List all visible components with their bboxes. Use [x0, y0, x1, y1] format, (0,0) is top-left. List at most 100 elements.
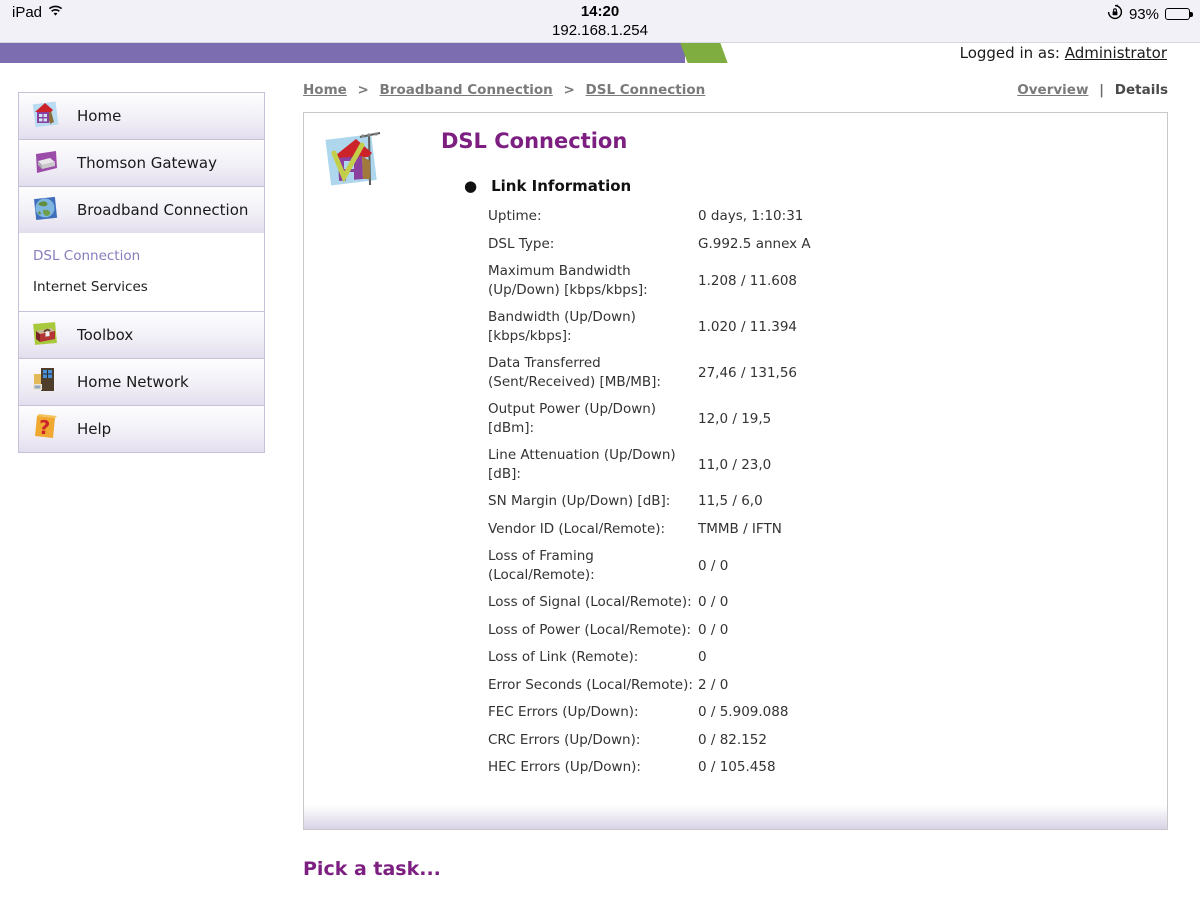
toolbox-icon [29, 317, 61, 353]
row-value: 11,0 / 23,0 [698, 456, 772, 473]
row-value: 0 days, 1:10:31 [698, 208, 804, 225]
table-row-sn-margin: SN Margin (Up/Down) [dB]: 11,5 / 6,0 [488, 492, 1128, 511]
row-value: 12,0 / 19,5 [698, 410, 772, 427]
view-switch: Overview | Details [1017, 82, 1168, 98]
row-label: FEC Errors (Up/Down): [488, 704, 639, 720]
row-value: 1.208 / 11.608 [698, 272, 798, 289]
table-row-loss-of-power: Loss of Power (Local/Remote): 0 / 0 [488, 621, 1128, 640]
pick-a-task-heading: Pick a task... [303, 858, 441, 880]
sidebar-item-label: Toolbox [77, 326, 134, 344]
table-row-line-attenuation: Line Attenuation (Up/Down) [dB]: 11,0 / … [488, 446, 1128, 483]
breadcrumb-separator: > [357, 82, 369, 98]
sidebar-item-label: Help [77, 420, 112, 438]
row-label: Loss of Power (Local/Remote): [488, 621, 692, 638]
row-value: 0 / 0 [698, 557, 729, 574]
row-label: Loss of Framing (Local/Remote): [488, 548, 595, 583]
main-content: Home > Broadband Connection > DSL Connec… [303, 82, 1168, 830]
sidebar-item-thomson-gateway[interactable]: Thomson Gateway [18, 139, 265, 187]
details-current-view[interactable]: Details [1115, 82, 1168, 98]
brand-bar-green [680, 43, 728, 63]
sidebar-item-home[interactable]: Home [18, 92, 265, 140]
row-label: Bandwidth (Up/Down) [kbps/kbps]: [488, 309, 636, 344]
view-switch-divider: | [1099, 82, 1105, 98]
table-row-dsl-type: DSL Type: G.992.5 annex A [488, 235, 1128, 254]
row-label: Output Power (Up/Down) [dBm]: [488, 401, 657, 436]
row-label: Vendor ID (Local/Remote): [488, 520, 666, 537]
sidebar-item-toolbox[interactable]: Toolbox [18, 311, 265, 359]
row-label: Loss of Signal (Local/Remote): [488, 594, 692, 610]
table-row-data-transferred: Data Transferred (Sent/Received) [MB/MB]… [488, 354, 1128, 391]
panel-bottom-gradient [304, 805, 1167, 829]
row-value: 0 / 5.909.088 [698, 704, 789, 721]
table-row-maximum-bandwidth: Maximum Bandwidth (Up/Down) [kbps/kbps]:… [488, 262, 1128, 299]
row-label: DSL Type: [488, 235, 555, 252]
row-value: 0 / 0 [698, 594, 729, 611]
row-label: HEC Errors (Up/Down): [488, 759, 641, 775]
home-network-icon [29, 364, 61, 400]
address-url: 192.168.1.254 [552, 22, 648, 39]
broadband-submenu: DSL Connection Internet Services [18, 233, 265, 312]
sidebar-item-label: Broadband Connection [77, 201, 249, 219]
row-label: Maximum Bandwidth (Up/Down) [kbps/kbps]: [488, 263, 648, 298]
row-label: Error Seconds (Local/Remote): [488, 676, 693, 693]
svg-text:?: ? [38, 417, 51, 440]
table-row-loss-of-signal: Loss of Signal (Local/Remote): 0 / 0 [488, 593, 1128, 612]
logged-in-status: Logged in as: Administrator [960, 43, 1167, 63]
broadband-icon [29, 192, 61, 228]
bullet-icon: ● [464, 177, 478, 195]
logged-in-user-link[interactable]: Administrator [1065, 44, 1167, 62]
table-row-crc-errors: CRC Errors (Up/Down): 0 / 82.152 [488, 731, 1128, 750]
row-label: SN Margin (Up/Down) [dB]: [488, 493, 671, 509]
dsl-connection-panel: DSL Connection ● Link Information Uptime… [303, 112, 1168, 830]
sidebar-item-home-network[interactable]: Home Network [18, 358, 265, 406]
ios-status-bar: iPad 14:20 192.168.1.254 93% [0, 0, 1200, 42]
breadcrumb: Home > Broadband Connection > DSL Connec… [303, 82, 705, 98]
row-value: 27,46 / 131,56 [698, 364, 798, 381]
brand-bar-purple [0, 43, 685, 63]
submenu-item-dsl-connection[interactable]: DSL Connection [33, 243, 264, 274]
table-row-error-seconds: Error Seconds (Local/Remote): 2 / 0 [488, 676, 1128, 695]
help-icon: ? [29, 411, 61, 447]
row-value: 1.020 / 11.394 [698, 318, 798, 335]
row-value: G.992.5 annex A [698, 235, 811, 252]
breadcrumb-broadband-connection[interactable]: Broadband Connection [380, 82, 553, 98]
sidebar-item-label: Home [77, 107, 122, 125]
page-title: DSL Connection [441, 129, 628, 153]
table-row-loss-of-framing: Loss of Framing (Local/Remote): 0 / 0 [488, 547, 1128, 584]
sidebar-item-label: Home Network [77, 373, 189, 391]
row-value: 11,5 / 6,0 [698, 493, 763, 510]
row-value: 2 / 0 [698, 676, 729, 693]
row-value: 0 / 82.152 [698, 731, 767, 748]
table-row-bandwidth: Bandwidth (Up/Down) [kbps/kbps]: 1.020 /… [488, 308, 1128, 345]
overview-link[interactable]: Overview [1017, 82, 1088, 98]
sidebar-item-broadband-connection[interactable]: Broadband Connection [18, 186, 265, 234]
row-label: Loss of Link (Remote): [488, 649, 639, 665]
table-row-fec-errors: FEC Errors (Up/Down): 0 / 5.909.088 [488, 703, 1128, 722]
sidebar-item-help[interactable]: ? Help [18, 405, 265, 453]
row-label: Uptime: [488, 208, 542, 224]
row-label: CRC Errors (Up/Down): [488, 731, 641, 748]
clock: 14:20 [580, 3, 620, 20]
sidebar-menu: Home Thomson Gateway Broadband Connectio… [18, 92, 265, 453]
section-heading: ● Link Information [464, 177, 631, 195]
breadcrumb-home[interactable]: Home [303, 82, 347, 98]
home-icon [29, 98, 61, 134]
submenu-item-internet-services[interactable]: Internet Services [33, 274, 264, 305]
row-value: 0 / 105.458 [698, 759, 776, 776]
row-value: TMMB / IFTN [698, 520, 782, 537]
battery-icon [1165, 8, 1193, 20]
breadcrumb-dsl-connection[interactable]: DSL Connection [586, 82, 706, 98]
table-row-uptime: Uptime: 0 days, 1:10:31 [488, 207, 1128, 226]
row-label: Line Attenuation (Up/Down) [dB]: [488, 447, 676, 482]
link-information-table: Uptime: 0 days, 1:10:31 DSL Type: G.992.… [488, 207, 1128, 786]
table-row-output-power: Output Power (Up/Down) [dBm]: 12,0 / 19,… [488, 400, 1128, 437]
gateway-icon [29, 145, 61, 181]
sidebar-item-label: Thomson Gateway [77, 154, 217, 172]
row-value: 0 [698, 649, 707, 666]
brand-bar: Logged in as: Administrator [0, 42, 1200, 63]
dsl-house-icon [322, 127, 386, 197]
section-title: Link Information [491, 177, 632, 195]
table-row-loss-of-link: Loss of Link (Remote): 0 [488, 648, 1128, 667]
table-row-vendor-id: Vendor ID (Local/Remote): TMMB / IFTN [488, 520, 1128, 539]
table-row-hec-errors: HEC Errors (Up/Down): 0 / 105.458 [488, 758, 1128, 777]
